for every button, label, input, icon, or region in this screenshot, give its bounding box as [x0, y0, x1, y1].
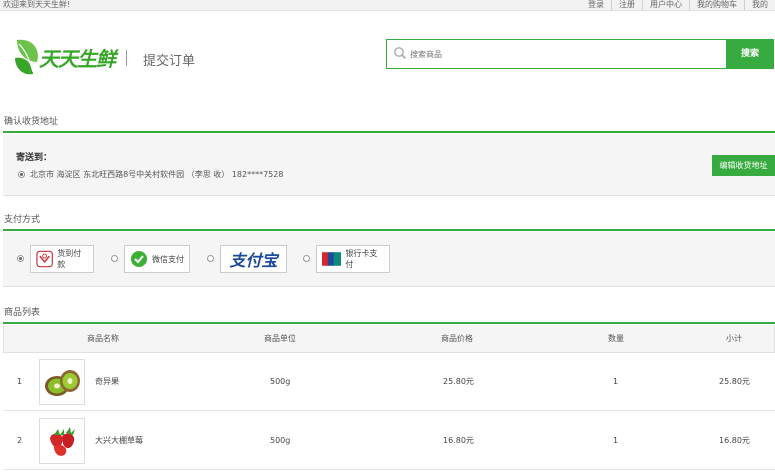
user-center-link[interactable]: 用户中心	[642, 0, 689, 10]
payment-label: 微信支付	[152, 254, 184, 264]
page-title: 提交订单	[143, 54, 196, 69]
payment-label: 银行卡支付	[345, 249, 378, 269]
top-links: 登录 注册 用户中心 我的购物车 我的	[581, 0, 775, 10]
payment-radio-cod[interactable]	[17, 255, 24, 262]
payment-option-alipay[interactable]: 支付宝	[220, 245, 287, 273]
address-section-title: 确认收货地址	[4, 117, 59, 127]
my-cart-link[interactable]: 我的购物车	[689, 0, 744, 10]
wechat-pay-icon	[131, 251, 147, 267]
header-divider	[126, 50, 127, 66]
column-header-qty: 数量	[608, 334, 624, 343]
product-name[interactable]: 奇异果	[95, 353, 119, 411]
kiwi-image[interactable]	[39, 359, 85, 405]
search-icon	[394, 47, 407, 60]
my-orders-link[interactable]: 我的	[744, 0, 775, 10]
brand-wordmark: 天天生鲜	[39, 47, 116, 71]
search-input[interactable]	[410, 40, 720, 68]
address-radio[interactable]	[18, 171, 25, 178]
product-qty: 1	[613, 436, 619, 445]
product-qty: 1	[613, 377, 619, 386]
welcome-text: 欢迎来到天天生鲜!	[3, 0, 71, 9]
payment-radio-wechat[interactable]	[111, 255, 118, 262]
ship-to-label: 寄送到：	[16, 153, 53, 163]
search-bar: 搜索	[386, 39, 774, 69]
strawberry-image[interactable]	[39, 418, 85, 464]
payment-radio-alipay[interactable]	[207, 255, 214, 262]
product-price: 25.80元	[443, 377, 474, 386]
payment-section-title: 支付方式	[4, 215, 41, 225]
login-link[interactable]: 登录	[581, 0, 611, 10]
register-link[interactable]: 注册	[611, 0, 642, 10]
alipay-logo: 支付宝	[229, 251, 278, 270]
cash-on-delivery-icon	[36, 250, 53, 268]
products-section-title: 商品列表	[4, 308, 41, 318]
payment-option-unionpay[interactable]: 银行卡支付	[316, 245, 390, 273]
column-header-name: 商品名称	[87, 334, 119, 343]
search-button[interactable]: 搜索	[726, 39, 774, 69]
payment-radio-unionpay[interactable]	[303, 255, 310, 262]
row-index: 2	[17, 436, 23, 445]
section-divider	[3, 322, 775, 324]
section-divider	[3, 229, 775, 231]
product-unit: 500g	[270, 377, 291, 386]
payment-option-cod[interactable]: 货到付款	[30, 245, 94, 273]
table-row: 1 奇异果 500g 25.80元 1 25.80元	[3, 353, 775, 411]
payment-label: 货到付款	[57, 249, 82, 269]
product-name[interactable]: 大兴大棚草莓	[95, 412, 143, 470]
top-bar: 欢迎来到天天生鲜! 登录 注册 用户中心 我的购物车 我的	[0, 0, 775, 11]
row-index: 1	[17, 377, 23, 386]
payment-panel: 货到付款 微信支付 支付宝 银行卡支付	[3, 232, 775, 287]
column-header-unit: 商品单位	[264, 334, 296, 343]
section-divider	[3, 131, 775, 133]
unionpay-icon	[322, 252, 342, 266]
address-line: 北京市 海淀区 东北旺西路8号中关村软件园 （李思 收） 182****7528	[30, 170, 284, 179]
column-header-price: 商品价格	[441, 334, 473, 343]
product-price: 16.80元	[443, 436, 474, 445]
address-panel: 寄送到： 北京市 海淀区 东北旺西路8号中关村软件园 （李思 收） 182***…	[3, 134, 775, 196]
column-header-subtotal: 小计	[726, 334, 742, 343]
product-subtotal: 16.80元	[719, 436, 750, 445]
table-row: 2 大兴大棚草莓 500g 16.80元 1 16.80元	[3, 412, 775, 470]
payment-option-wechat[interactable]: 微信支付	[124, 245, 190, 273]
product-unit: 500g	[270, 436, 291, 445]
site-logo[interactable]: 天天生鲜	[13, 34, 116, 80]
edit-address-button[interactable]: 编辑收货地址	[712, 155, 775, 176]
product-subtotal: 25.80元	[719, 377, 750, 386]
table-header: 商品名称 商品单位 商品价格 数量 小计	[3, 325, 775, 353]
